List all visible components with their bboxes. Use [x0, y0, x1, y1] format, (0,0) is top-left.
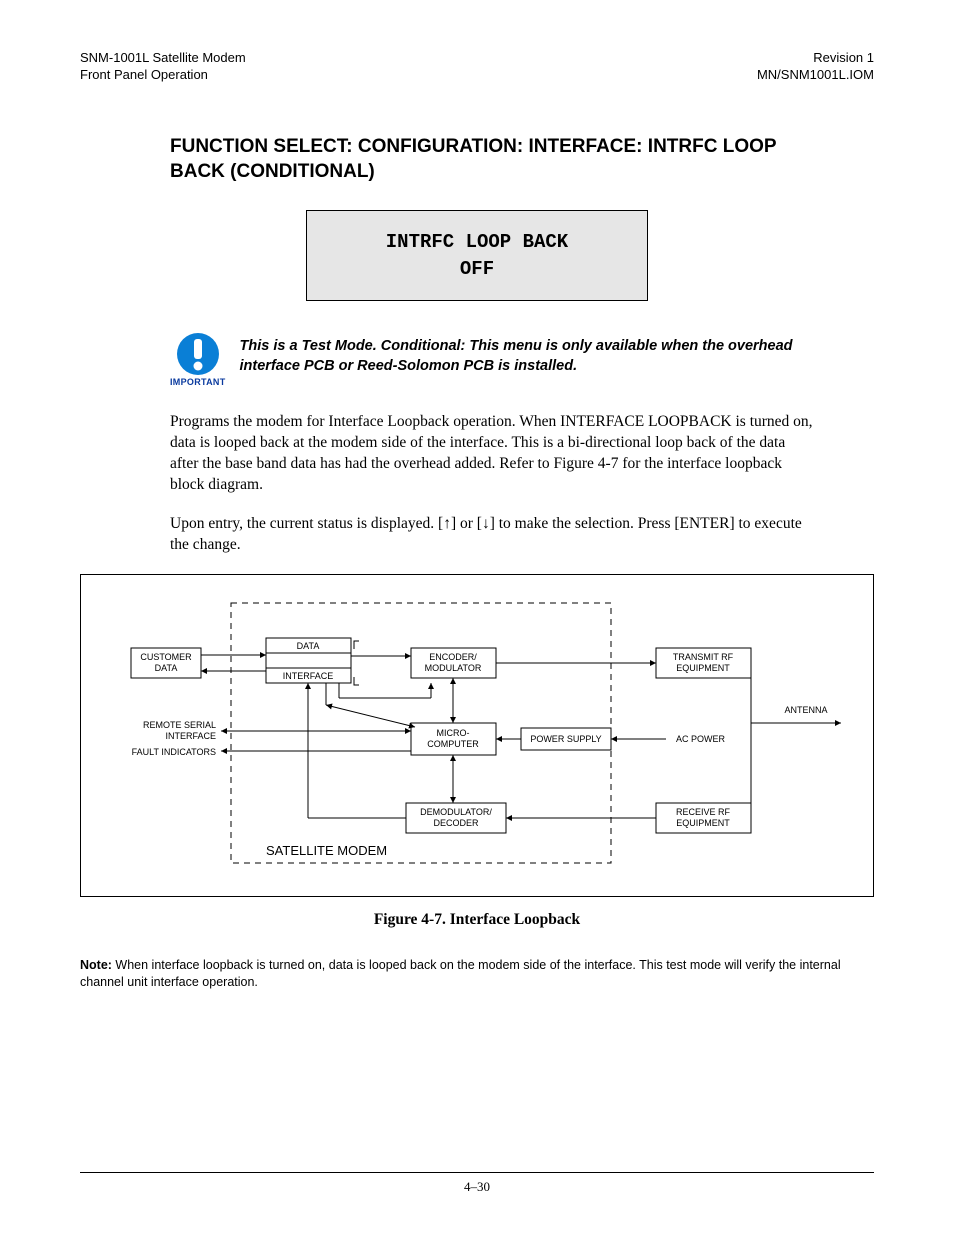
note: Note: When interface loopback is turned … — [80, 957, 874, 991]
note-label: Note: — [80, 958, 112, 972]
label-transmit-rf: TRANSMIT RF — [673, 652, 734, 662]
lcd-line2: OFF — [317, 256, 637, 283]
lcd-line1: INTRFC LOOP BACK — [317, 229, 637, 256]
header-revision: Revision 1 — [757, 50, 874, 67]
page-header: SNM-1001L Satellite Modem Front Panel Op… — [80, 50, 874, 84]
svg-text:COMPUTER: COMPUTER — [427, 739, 479, 749]
label-micro: MICRO- — [437, 728, 470, 738]
section-title: FUNCTION SELECT: CONFIGURATION: INTERFAC… — [170, 134, 814, 185]
page-footer: 4–30 — [80, 1172, 874, 1195]
label-data: DATA — [297, 641, 320, 651]
label-fault-indicators: FAULT INDICATORS — [132, 747, 216, 757]
header-docnum: MN/SNM1001L.IOM — [757, 67, 874, 84]
block-diagram: CUSTOMER DATA DATA INTERFACE ENCODER/ MO… — [80, 574, 874, 897]
label-satellite-modem: SATELLITE MODEM — [266, 843, 387, 858]
svg-text:MODULATOR: MODULATOR — [425, 663, 482, 673]
paragraph-1: Programs the modem for Interface Loopbac… — [170, 412, 814, 496]
note-text: When interface loopback is turned on, da… — [80, 958, 841, 989]
important-text: This is a Test Mode. Conditional: This m… — [240, 331, 814, 376]
paragraph-2: Upon entry, the current status is displa… — [170, 514, 814, 556]
svg-text:EQUIPMENT: EQUIPMENT — [676, 818, 730, 828]
down-arrow-icon: ↓ — [482, 515, 490, 532]
label-power-supply: POWER SUPPLY — [530, 734, 601, 744]
important-icon: IMPORTANT — [170, 331, 226, 387]
header-section: Front Panel Operation — [80, 67, 246, 84]
label-customer-data: CUSTOMER — [140, 652, 192, 662]
label-encoder: ENCODER/ — [429, 652, 477, 662]
figure-caption: Figure 4-7. Interface Loopback — [80, 911, 874, 929]
label-remote-serial: REMOTE SERIAL — [143, 720, 216, 730]
svg-text:DECODER: DECODER — [433, 818, 479, 828]
svg-text:INTERFACE: INTERFACE — [165, 731, 216, 741]
page-number: 4–30 — [464, 1179, 490, 1194]
important-callout: IMPORTANT This is a Test Mode. Condition… — [170, 331, 814, 387]
label-receive-rf: RECEIVE RF — [676, 807, 731, 817]
svg-text:DATA: DATA — [155, 663, 178, 673]
lcd-display: INTRFC LOOP BACK OFF — [306, 210, 648, 301]
svg-text:EQUIPMENT: EQUIPMENT — [676, 663, 730, 673]
important-label: IMPORTANT — [170, 377, 226, 387]
header-product: SNM-1001L Satellite Modem — [80, 50, 246, 67]
label-ac-power: AC POWER — [676, 734, 726, 744]
label-interface: INTERFACE — [283, 671, 334, 681]
label-demod: DEMODULATOR/ — [420, 807, 492, 817]
label-antenna: ANTENNA — [784, 705, 827, 715]
up-arrow-icon: ↑ — [443, 515, 451, 532]
